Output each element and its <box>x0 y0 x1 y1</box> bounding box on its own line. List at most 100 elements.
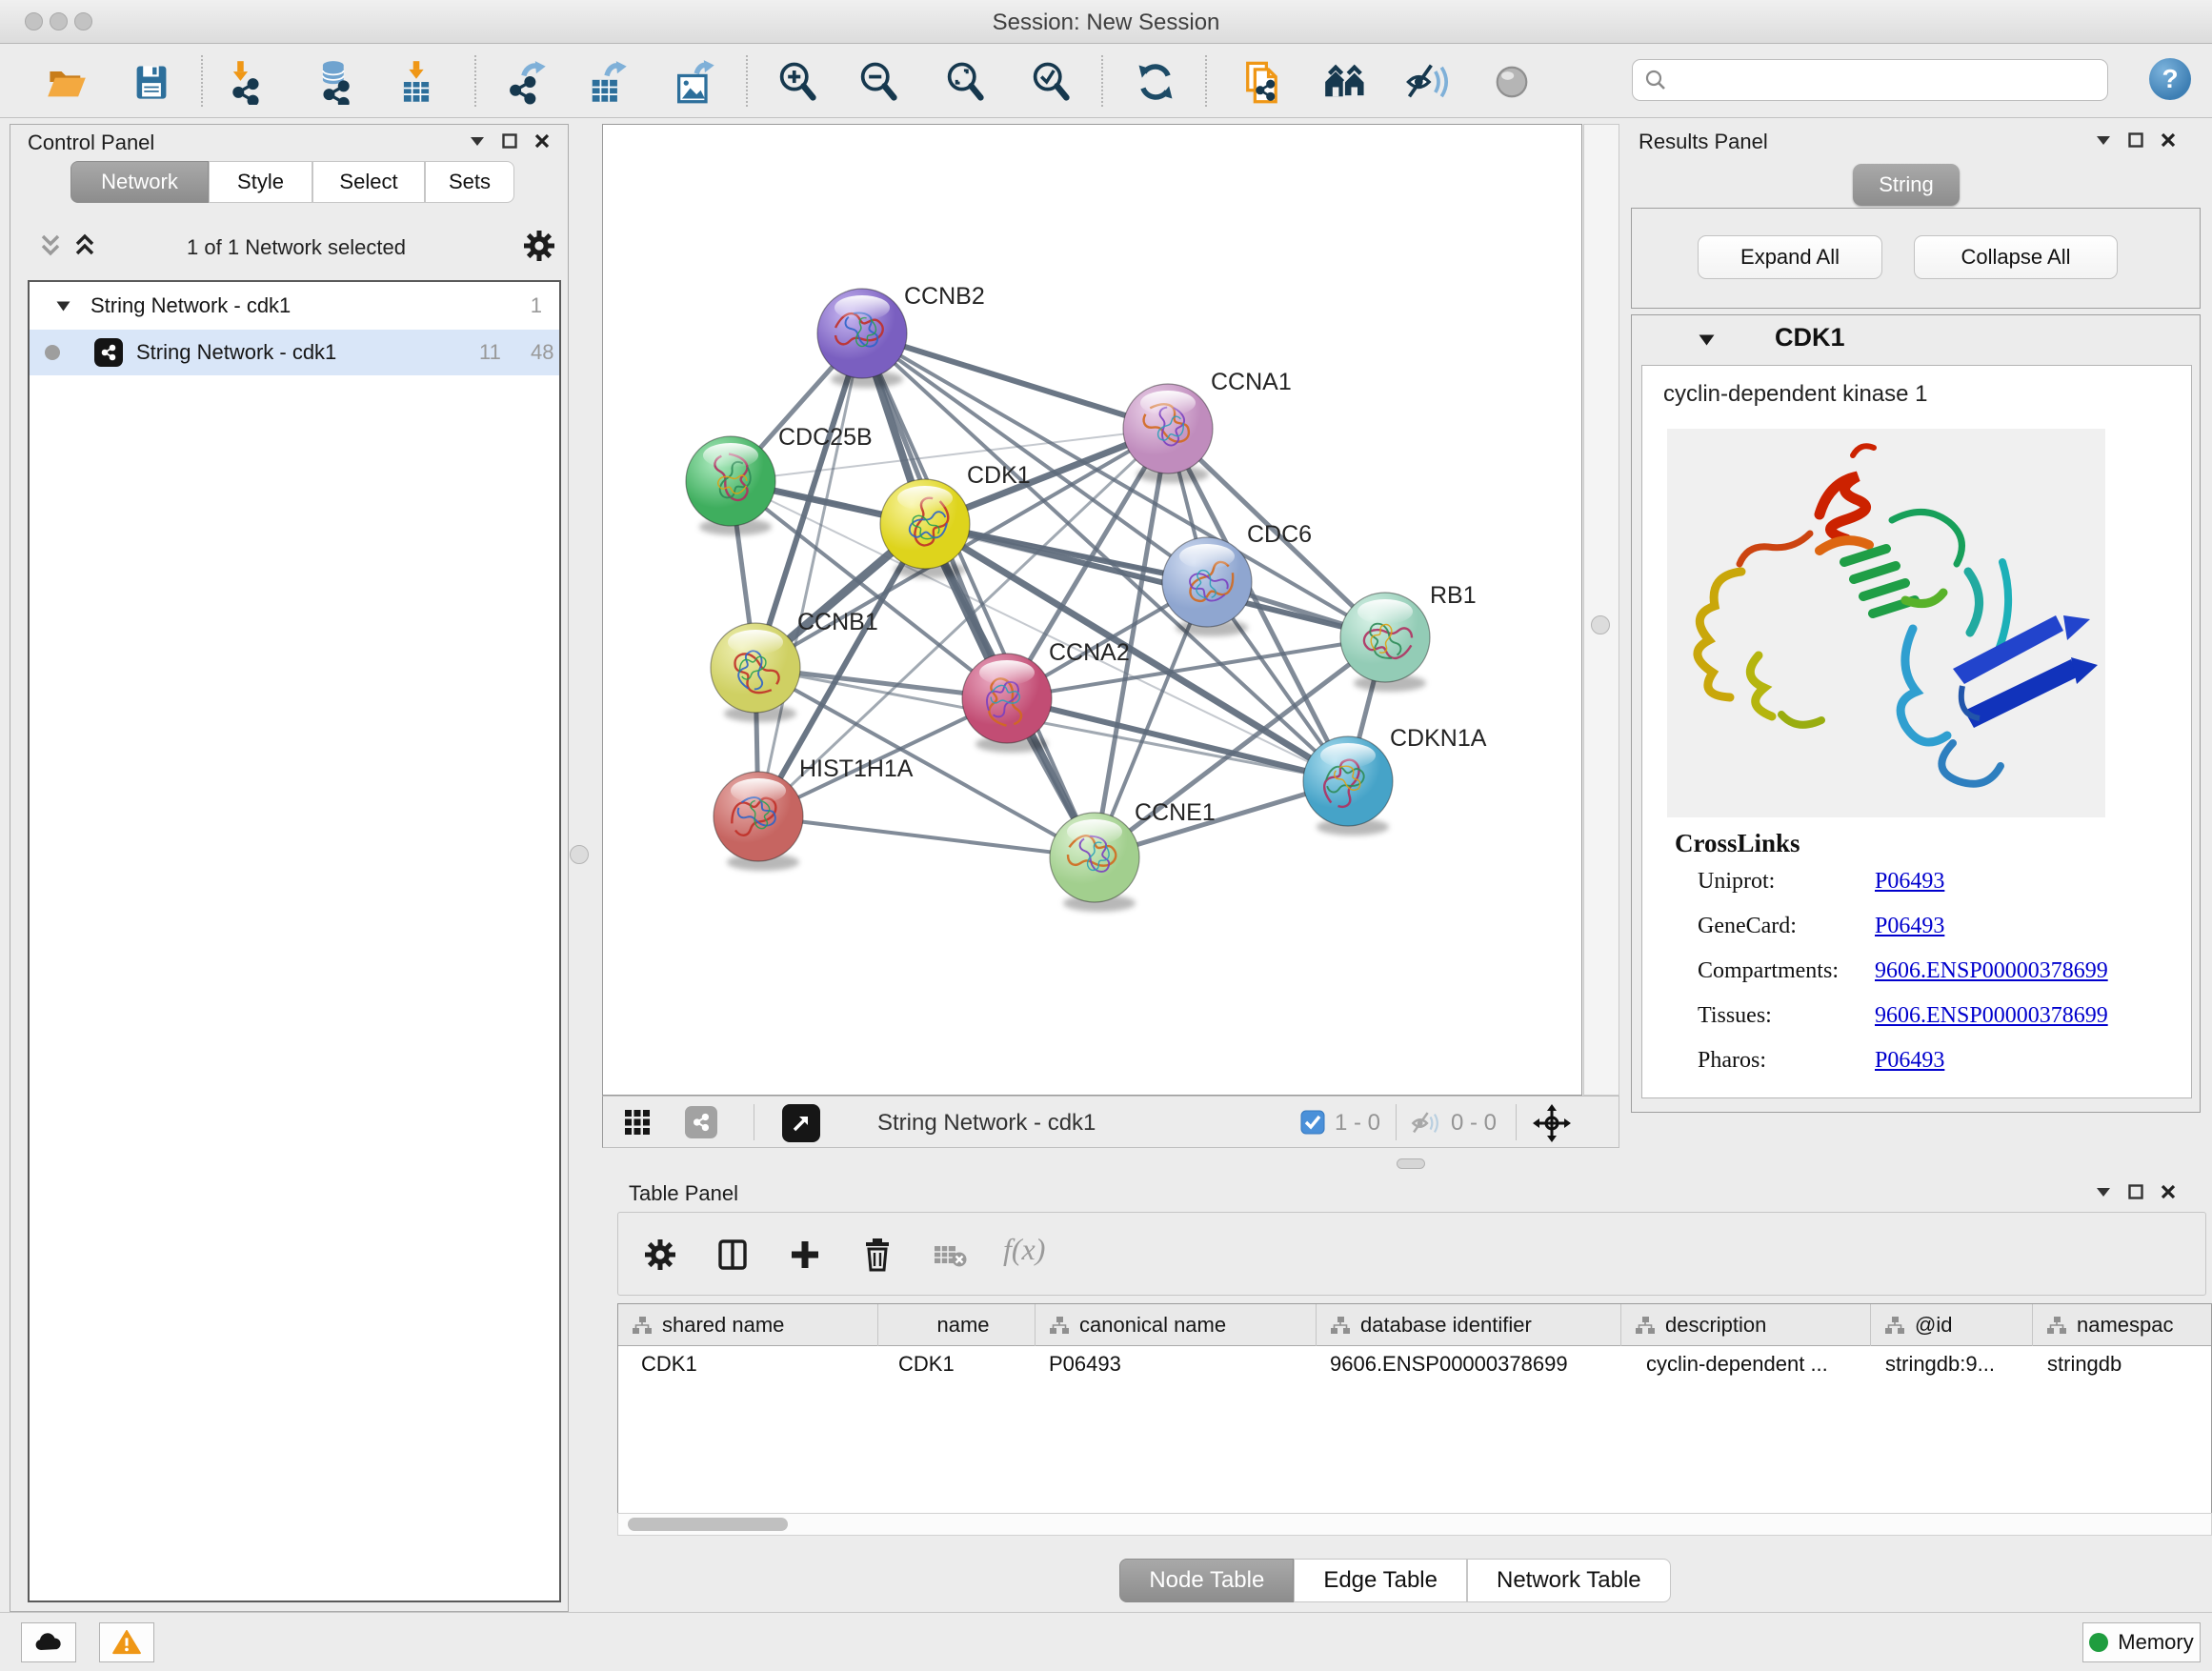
node-label-CCNA2[interactable]: CCNA2 <box>1049 639 1130 666</box>
share-file-button[interactable] <box>1239 57 1285 107</box>
network-node-CDC25B[interactable] <box>686 436 775 535</box>
export-image-button[interactable] <box>672 57 717 107</box>
node-label-CDC6[interactable]: CDC6 <box>1247 521 1312 548</box>
crosslink-uniprot-link[interactable]: P06493 <box>1875 869 1944 895</box>
tab-node-table[interactable]: Node Table <box>1119 1559 1294 1602</box>
tab-network[interactable]: Network <box>70 161 209 203</box>
help-button[interactable]: ? <box>2149 58 2191 100</box>
column-header-namespace[interactable]: namespac <box>2032 1304 2212 1346</box>
refresh-layout-button[interactable] <box>1133 57 1178 107</box>
show-panel-button[interactable] <box>1489 57 1535 107</box>
panel-close-icon[interactable] <box>2161 1184 2176 1199</box>
delete-column-button[interactable] <box>853 1230 902 1279</box>
grid-view-button[interactable] <box>624 1109 651 1140</box>
network-node-CDK1[interactable] <box>880 479 970 578</box>
panel-close-icon[interactable] <box>534 133 550 149</box>
hide-panel-button[interactable] <box>1404 57 1450 107</box>
node-label-CCNB2[interactable]: CCNB2 <box>904 283 985 310</box>
network-node-RB1[interactable] <box>1340 593 1430 692</box>
crosslink-tissues-link[interactable]: 9606.ENSP00000378699 <box>1875 1003 2108 1029</box>
network-options-button[interactable] <box>523 230 555 267</box>
disclosure-triangle-icon[interactable] <box>56 301 70 312</box>
show-columns-button[interactable] <box>708 1230 757 1279</box>
crosslink-compartments-link[interactable]: 9606.ENSP00000378699 <box>1875 958 2108 984</box>
zoom-fit-button[interactable] <box>942 57 988 107</box>
network-node-CCNA2[interactable] <box>962 654 1052 753</box>
collapse-all-networks-button[interactable] <box>37 232 64 265</box>
node-label-CDC25B[interactable]: CDC25B <box>778 424 873 451</box>
function-builder-button[interactable]: f(x) <box>1003 1232 1045 1267</box>
node-label-CCNE1[interactable]: CCNE1 <box>1135 799 1216 826</box>
column-header-database-identifier[interactable]: database identifier <box>1316 1304 1620 1346</box>
cloud-status-button[interactable] <box>21 1622 76 1662</box>
tab-select[interactable]: Select <box>312 161 425 203</box>
panel-float-icon[interactable] <box>2128 1184 2143 1199</box>
export-table-button[interactable] <box>584 57 630 107</box>
table-horizontal-scrollbar[interactable] <box>617 1513 2212 1536</box>
tab-network-table[interactable]: Network Table <box>1467 1559 1671 1602</box>
save-session-button[interactable] <box>129 57 174 107</box>
expand-all-networks-button[interactable] <box>71 232 98 265</box>
node-label-CCNB1[interactable]: CCNB1 <box>797 609 878 635</box>
node-label-RB1[interactable]: RB1 <box>1430 582 1477 609</box>
import-network-button[interactable] <box>224 57 270 107</box>
node-label-HIST1H1A[interactable]: HIST1H1A <box>799 755 914 782</box>
delete-table-button[interactable] <box>925 1230 975 1279</box>
expand-all-button[interactable]: Expand All <box>1698 235 1882 279</box>
search-icon <box>1644 69 1667 91</box>
node-label-CDKN1A[interactable]: CDKN1A <box>1390 725 1487 752</box>
disclosure-triangle-icon[interactable] <box>1699 334 1715 346</box>
column-header-name[interactable]: name <box>877 1304 1035 1346</box>
tab-string[interactable]: String <box>1853 164 1960 206</box>
search-field[interactable] <box>1632 59 2108 101</box>
network-row-selected[interactable]: String Network - cdk1 11 48 <box>30 330 559 375</box>
column-header-canonical-name[interactable]: canonical name <box>1035 1304 1316 1346</box>
right-splitter-handle[interactable] <box>1591 615 1610 634</box>
crosslink-pharos-link[interactable]: P06493 <box>1875 1048 1944 1074</box>
horizontal-splitter-handle[interactable] <box>1397 1158 1425 1169</box>
network-node-CCNB2[interactable] <box>817 289 907 388</box>
left-splitter-handle[interactable] <box>570 845 589 864</box>
zoom-selected-button[interactable] <box>1028 57 1074 107</box>
panel-float-icon[interactable] <box>502 133 517 149</box>
node-label-CCNA1[interactable]: CCNA1 <box>1211 369 1292 395</box>
import-database-button[interactable] <box>312 57 358 107</box>
scrollbar-thumb[interactable] <box>628 1518 788 1531</box>
string-home-button[interactable] <box>1323 57 1369 107</box>
network-collection-row[interactable]: String Network - cdk1 1 <box>30 282 559 330</box>
network-node-CDKN1A[interactable] <box>1303 736 1393 836</box>
pan-mode-button[interactable] <box>1533 1104 1571 1147</box>
panel-menu-icon[interactable] <box>470 136 485 147</box>
search-input[interactable] <box>1667 67 2107 93</box>
column-header-description[interactable]: description <box>1620 1304 1870 1346</box>
panel-menu-icon[interactable] <box>2096 135 2111 146</box>
selected-nodes-checkbox[interactable] <box>1300 1110 1325 1139</box>
zoom-in-button[interactable] <box>774 57 820 107</box>
open-session-button[interactable] <box>44 57 90 107</box>
crosslink-genecard-link[interactable]: P06493 <box>1875 914 1944 939</box>
warnings-button[interactable] <box>99 1622 154 1662</box>
node-label-CDK1[interactable]: CDK1 <box>967 462 1031 489</box>
column-header-shared-name[interactable]: shared name <box>618 1304 877 1346</box>
zoom-out-button[interactable] <box>855 57 901 107</box>
import-table-button[interactable] <box>393 57 439 107</box>
network-node-CCNB1[interactable] <box>711 623 800 722</box>
collapse-all-button[interactable]: Collapse All <box>1914 235 2118 279</box>
panel-menu-icon[interactable] <box>2096 1187 2111 1198</box>
network-canvas[interactable]: CCNB2 CCNA1 CDC25B CDK1 CDC6 RB1 CCNB1 CCNA2 CDK… <box>602 124 1582 1096</box>
birdseye-view-button[interactable] <box>782 1104 820 1142</box>
tab-style[interactable]: Style <box>209 161 312 203</box>
export-network-button[interactable] <box>503 57 549 107</box>
memory-button[interactable]: Memory <box>2082 1622 2201 1662</box>
panel-float-icon[interactable] <box>2128 132 2143 148</box>
column-header-id[interactable]: @id <box>1870 1304 2032 1346</box>
network-node-HIST1H1A[interactable] <box>714 772 803 871</box>
network-node-CCNA1[interactable] <box>1123 384 1213 483</box>
tab-sets[interactable]: Sets <box>425 161 514 203</box>
network-node-CCNE1[interactable] <box>1050 813 1139 912</box>
add-column-button[interactable] <box>780 1230 830 1279</box>
network-badge-button[interactable] <box>685 1106 717 1138</box>
tab-edge-table[interactable]: Edge Table <box>1294 1559 1467 1602</box>
table-options-button[interactable] <box>635 1230 685 1279</box>
panel-close-icon[interactable] <box>2161 132 2176 148</box>
